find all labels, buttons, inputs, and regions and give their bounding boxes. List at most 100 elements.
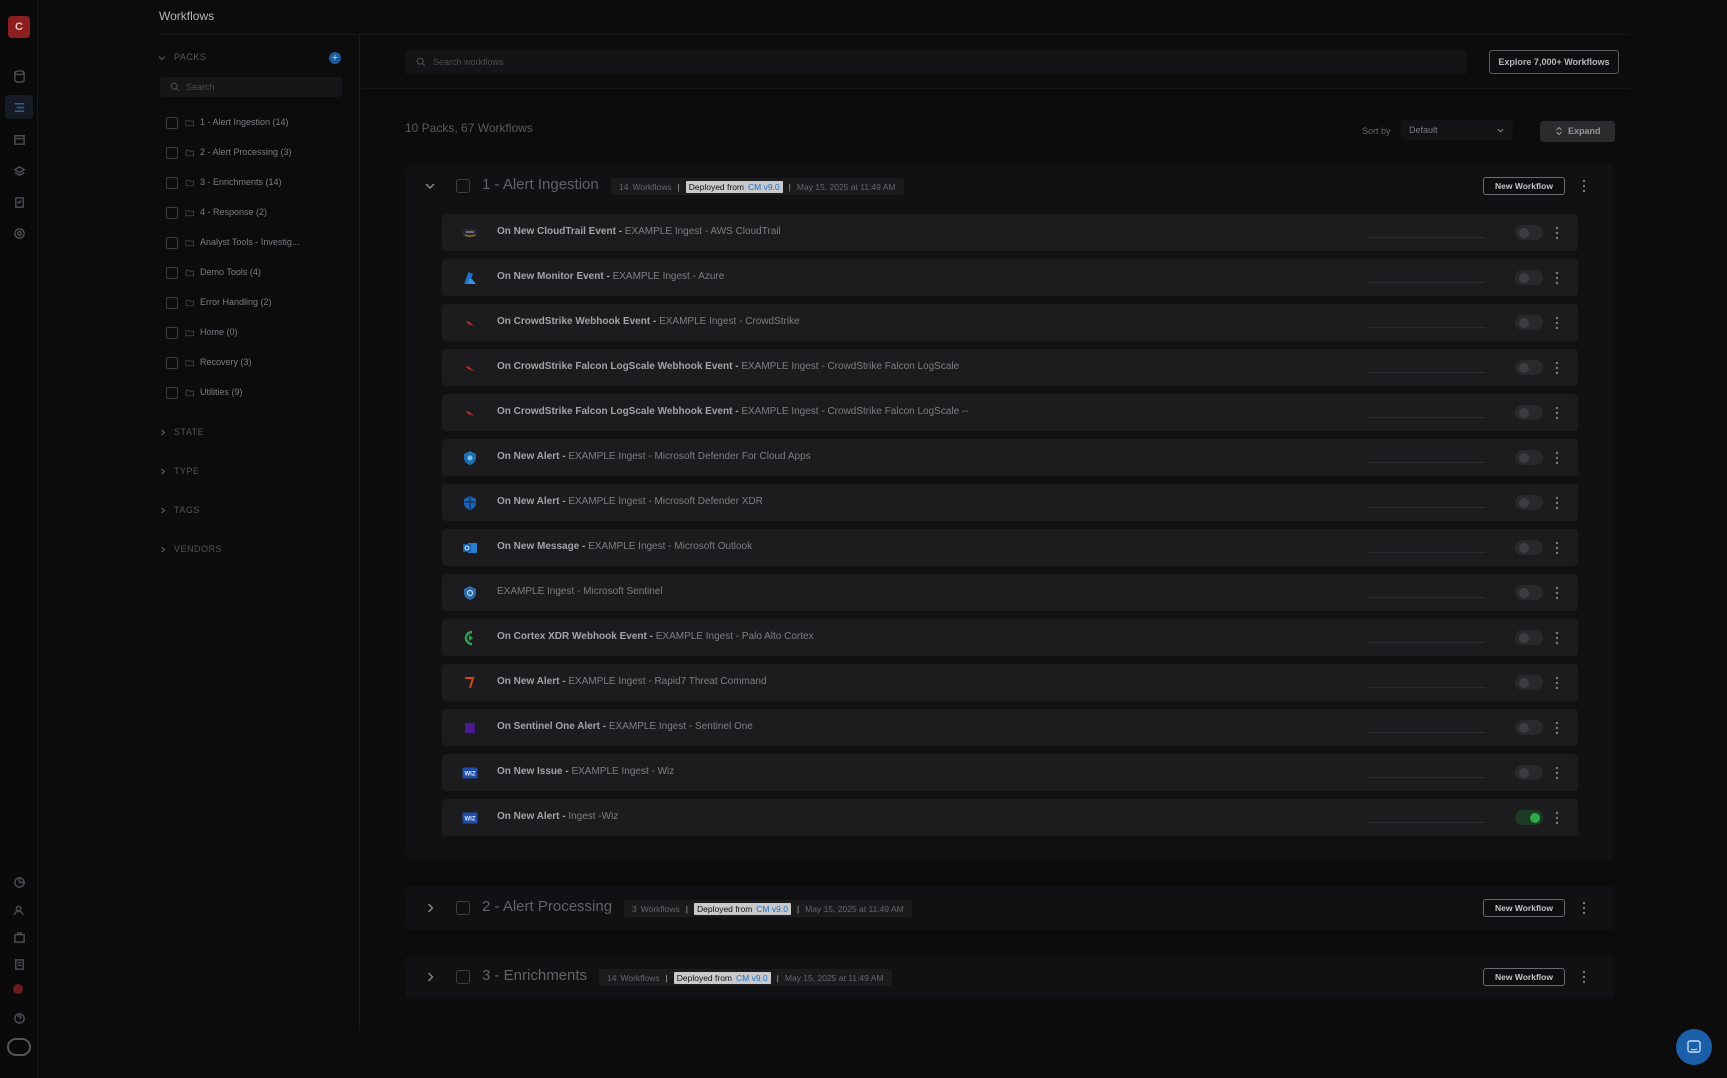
workflow-enable-toggle[interactable]	[1515, 270, 1543, 285]
new-workflow-button[interactable]: New Workflow	[1483, 177, 1565, 195]
workflow-row[interactable]: On CrowdStrike Webhook Event - EXAMPLE I…	[442, 304, 1578, 341]
pack-checkbox[interactable]	[166, 357, 178, 369]
pack-search[interactable]	[160, 77, 342, 97]
assistant-bot-icon[interactable]	[7, 1038, 31, 1056]
workflow-enable-toggle[interactable]	[1515, 630, 1543, 645]
workflow-row[interactable]: On Sentinel One Alert - EXAMPLE Ingest -…	[442, 709, 1578, 746]
facet-tags[interactable]: TAGS	[158, 504, 348, 518]
help-icon[interactable]	[10, 1009, 28, 1027]
kebab-menu-icon[interactable]	[1554, 405, 1560, 421]
pack-checkbox[interactable]	[456, 901, 470, 915]
kebab-menu-icon[interactable]	[1554, 765, 1560, 781]
explore-workflows-button[interactable]: Explore 7,000+ Workflows	[1489, 50, 1619, 74]
pack-search-input[interactable]	[186, 79, 336, 95]
layers-icon[interactable]	[10, 162, 28, 180]
pack-filter-item[interactable]: 3 - Enrichments (14)	[166, 175, 356, 191]
document-icon[interactable]	[10, 955, 28, 973]
clipboard-icon[interactable]	[10, 193, 28, 211]
pack-checkbox[interactable]	[166, 327, 178, 339]
workflow-search-input[interactable]	[433, 54, 1433, 70]
pack-checkbox[interactable]	[166, 297, 178, 309]
kebab-menu-icon[interactable]	[1554, 450, 1560, 466]
workflow-enable-toggle[interactable]	[1515, 720, 1543, 735]
workflow-enable-toggle[interactable]	[1515, 540, 1543, 555]
workflows-icon[interactable]	[5, 95, 33, 119]
workflow-row[interactable]: On New Alert - EXAMPLE Ingest - Microsof…	[442, 484, 1578, 521]
database-icon[interactable]	[10, 67, 28, 85]
pack-checkbox[interactable]	[166, 117, 178, 129]
workflow-row[interactable]: On New Alert - EXAMPLE Ingest - Microsof…	[442, 439, 1578, 476]
workflow-enable-toggle[interactable]	[1515, 810, 1543, 825]
workflow-enable-toggle[interactable]	[1515, 675, 1543, 690]
workflow-enable-toggle[interactable]	[1515, 405, 1543, 420]
pack-header[interactable]: 1 - Alert Ingestion 14 Workflows | Deployed …	[405, 164, 1615, 208]
kebab-menu-icon[interactable]	[1581, 969, 1587, 985]
kebab-menu-icon[interactable]	[1581, 178, 1587, 194]
workflow-row[interactable]: On CrowdStrike Falcon LogScale Webhook E…	[442, 394, 1578, 431]
workflow-row[interactable]: WIZ On New Alert - Ingest -Wiz	[442, 799, 1578, 836]
pack-checkbox[interactable]	[456, 179, 470, 193]
pack-checkbox[interactable]	[166, 207, 178, 219]
chevron-right-icon[interactable]	[424, 971, 436, 983]
workflow-row[interactable]: On CrowdStrike Falcon LogScale Webhook E…	[442, 349, 1578, 386]
chevron-right-icon[interactable]	[424, 902, 436, 914]
kebab-menu-icon[interactable]	[1554, 360, 1560, 376]
kebab-menu-icon[interactable]	[1554, 675, 1560, 691]
analytics-icon[interactable]	[10, 873, 28, 891]
workflow-enable-toggle[interactable]	[1515, 225, 1543, 240]
deployed-version-link[interactable]: CM v9.0	[736, 973, 768, 983]
pack-filter-item[interactable]: 4 - Response (2)	[166, 205, 356, 221]
pack-checkbox[interactable]	[166, 147, 178, 159]
workflow-enable-toggle[interactable]	[1515, 315, 1543, 330]
facet-vendors[interactable]: VENDORS	[158, 543, 348, 557]
pack-header[interactable]: 2 - Alert Processing 3 Workflows | Deployed …	[405, 886, 1615, 930]
new-workflow-button[interactable]: New Workflow	[1483, 899, 1565, 917]
workflow-enable-toggle[interactable]	[1515, 495, 1543, 510]
kebab-menu-icon[interactable]	[1581, 900, 1587, 916]
pack-header[interactable]: 3 - Enrichments 14 Workflows | Deployed from…	[405, 955, 1615, 999]
workflow-row[interactable]: On Cortex XDR Webhook Event - EXAMPLE In…	[442, 619, 1578, 656]
kebab-menu-icon[interactable]	[1554, 540, 1560, 556]
pack-checkbox[interactable]	[166, 237, 178, 249]
notification-badge-icon[interactable]	[13, 984, 23, 994]
target-icon[interactable]	[10, 224, 28, 242]
kebab-menu-icon[interactable]	[1554, 315, 1560, 331]
pack-filter-item[interactable]: Recovery (3)	[166, 355, 356, 371]
pack-filter-item[interactable]: Demo Tools (4)	[166, 265, 356, 281]
deployed-version-link[interactable]: CM v9.0	[748, 182, 780, 192]
kebab-menu-icon[interactable]	[1554, 270, 1560, 286]
workflow-enable-toggle[interactable]	[1515, 765, 1543, 780]
deployed-version-link[interactable]: CM v9.0	[756, 904, 788, 914]
chevron-down-icon[interactable]	[424, 180, 436, 192]
workflow-search[interactable]	[405, 50, 1467, 74]
workflow-row[interactable]: On New Message - EXAMPLE Ingest - Micros…	[442, 529, 1578, 566]
facet-type[interactable]: TYPE	[158, 465, 348, 479]
facet-state[interactable]: STATE	[158, 426, 348, 440]
kebab-menu-icon[interactable]	[1554, 495, 1560, 511]
kebab-menu-icon[interactable]	[1554, 585, 1560, 601]
kebab-menu-icon[interactable]	[1554, 225, 1560, 241]
pack-filter-item[interactable]: Utilities (9)	[166, 385, 356, 401]
pack-checkbox[interactable]	[456, 970, 470, 984]
pack-filter-item[interactable]: Home (0)	[166, 325, 356, 341]
kebab-menu-icon[interactable]	[1554, 630, 1560, 646]
kebab-menu-icon[interactable]	[1554, 810, 1560, 826]
workflow-row[interactable]: EXAMPLE Ingest - Microsoft Sentinel	[442, 574, 1578, 611]
app-logo[interactable]: C	[8, 16, 30, 38]
pack-checkbox[interactable]	[166, 387, 178, 399]
pack-checkbox[interactable]	[166, 177, 178, 189]
package-icon[interactable]	[10, 928, 28, 946]
pack-filter-item[interactable]: Error Handling (2)	[166, 295, 356, 311]
pack-filter-item[interactable]: 1 - Alert Ingestion (14)	[166, 115, 356, 131]
workflow-row[interactable]: On New Alert - EXAMPLE Ingest - Rapid7 T…	[442, 664, 1578, 701]
workflow-row[interactable]: WIZ On New Issue - EXAMPLE Ingest - Wiz	[442, 754, 1578, 791]
workflow-row[interactable]: On New CloudTrail Event - EXAMPLE Ingest…	[442, 214, 1578, 251]
add-pack-button[interactable]: +	[329, 52, 341, 64]
sort-select[interactable]: Default	[1401, 120, 1513, 140]
expand-all-button[interactable]: Expand	[1540, 121, 1615, 142]
new-workflow-button[interactable]: New Workflow	[1483, 968, 1565, 986]
calendar-icon[interactable]	[10, 130, 28, 148]
pack-checkbox[interactable]	[166, 267, 178, 279]
pack-filter-item[interactable]: Analyst Tools - Investig...	[166, 235, 356, 251]
packs-section-header[interactable]: PACKS +	[158, 52, 348, 66]
